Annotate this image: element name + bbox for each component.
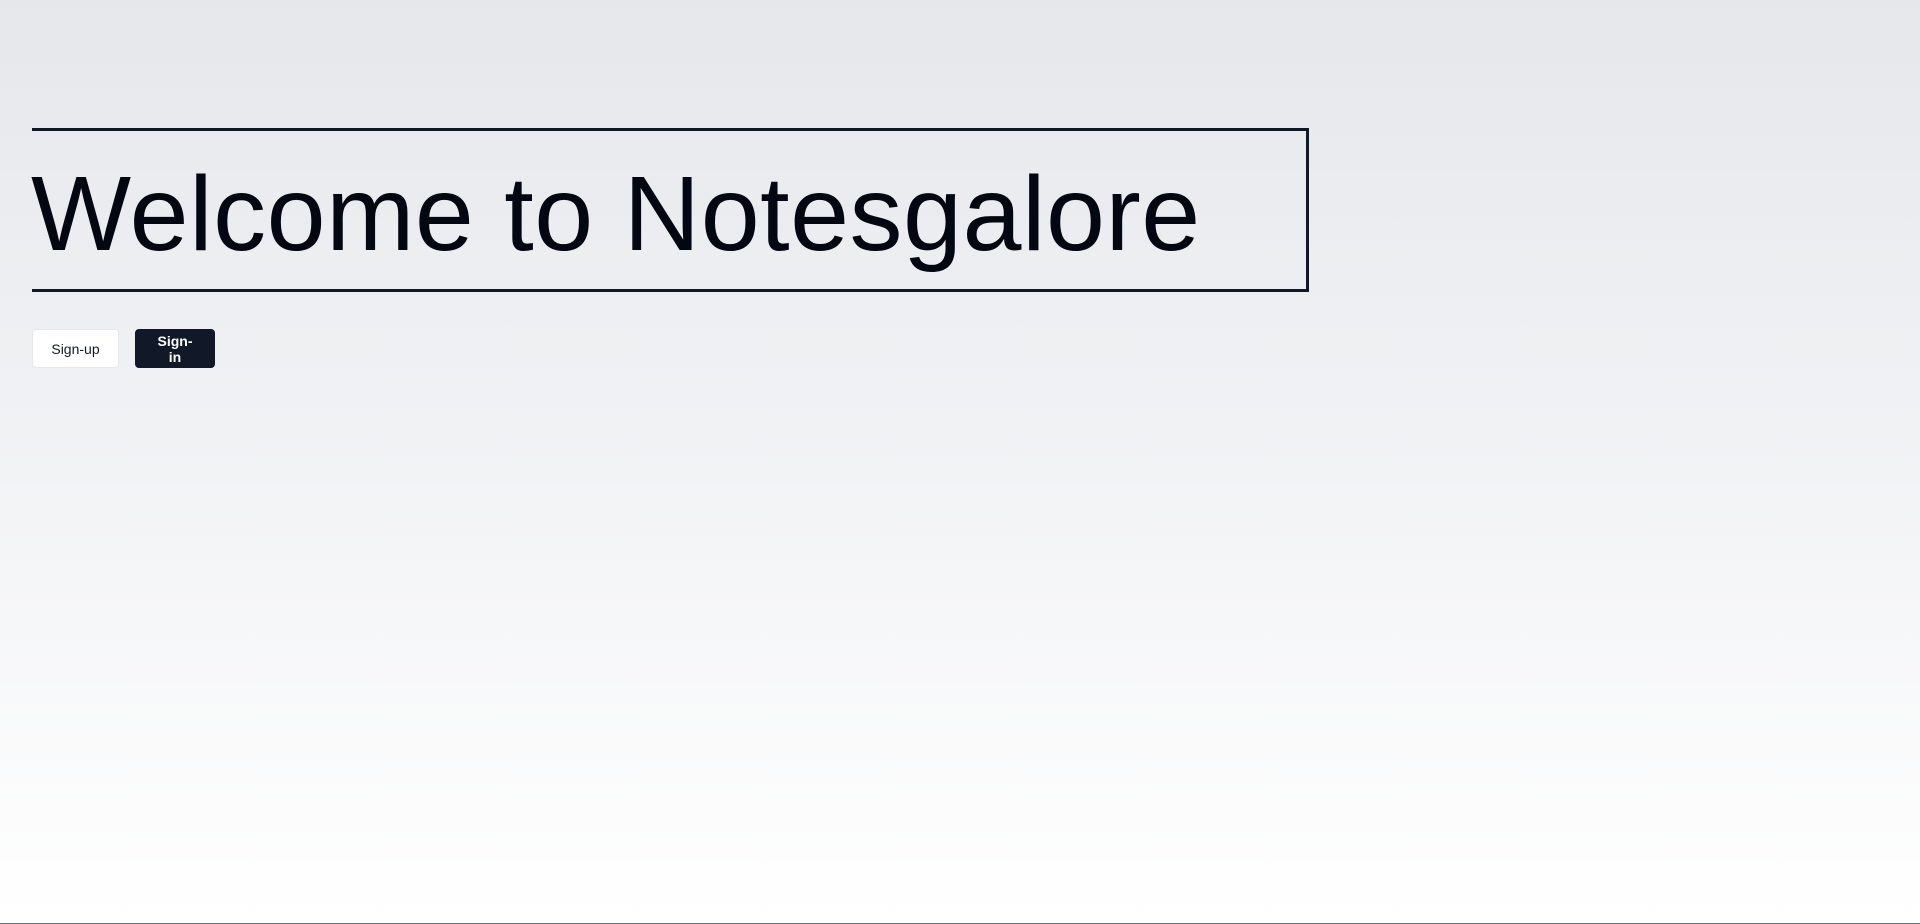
page-title: Welcome to Notesgalore bbox=[31, 155, 1201, 273]
sign-up-button[interactable]: Sign-up bbox=[32, 329, 119, 368]
auth-actions: Sign-up Sign-in bbox=[32, 329, 215, 368]
sign-in-button[interactable]: Sign-in bbox=[135, 329, 215, 368]
hero-banner: Welcome to Notesgalore bbox=[31, 128, 1309, 292]
